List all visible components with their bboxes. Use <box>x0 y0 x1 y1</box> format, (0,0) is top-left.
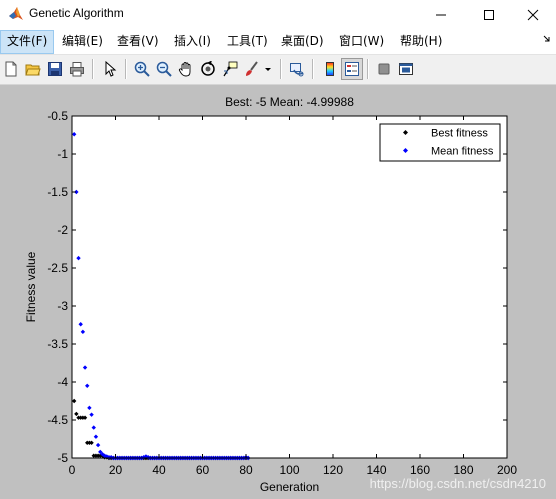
x-tick-label: 100 <box>279 463 299 477</box>
y-tick-label: -1.5 <box>47 185 68 199</box>
fitness-plot[interactable]: 0 20 40 60 80 100 120 140 160 180 200 -0.5 -1 -1.5 -2 -… <box>0 85 556 499</box>
minimize-icon <box>436 14 446 15</box>
zoom-out-button[interactable] <box>153 58 175 80</box>
menu-tools[interactable]: 工具(T) <box>221 30 274 52</box>
menu-help[interactable]: 帮助(H) <box>394 30 448 52</box>
x-tick-label: 60 <box>196 463 210 477</box>
minimize-button[interactable] <box>418 0 464 29</box>
hide-plot-tools-button[interactable] <box>373 58 395 80</box>
brush-dropdown-button[interactable] <box>263 58 273 80</box>
legend-label-best: Best fitness <box>431 128 488 140</box>
rotate-3d-button[interactable] <box>197 58 219 80</box>
print-button[interactable] <box>66 58 88 80</box>
x-tick-label: 80 <box>239 463 253 477</box>
y-tick-label: -4 <box>57 375 68 389</box>
show-plot-tools-icon <box>399 63 413 75</box>
y-tick-label: -0.5 <box>47 109 68 123</box>
open-file-icon <box>25 64 41 76</box>
close-icon <box>527 9 539 20</box>
figure-canvas[interactable]: 0 20 40 60 80 100 120 140 160 180 200 -0.5 -1 -1.5 -2 -… <box>0 85 556 499</box>
brush-icon <box>246 61 258 76</box>
colorbar-button[interactable] <box>319 58 341 80</box>
figure-toolbar <box>0 54 556 85</box>
rotate-3d-icon <box>201 61 215 76</box>
plot-title: Best: -5 Mean: -4.99988 <box>225 95 354 109</box>
colorbar-icon <box>326 62 334 76</box>
toolbar-separator <box>367 59 369 79</box>
x-tick-label: 160 <box>410 463 430 477</box>
toolbar-separator <box>280 59 282 79</box>
x-tick-label: 180 <box>453 463 473 477</box>
select-arrow-button[interactable] <box>99 58 121 80</box>
x-axis-label: Generation <box>260 480 319 494</box>
window-title: Genetic Algorithm <box>29 6 124 20</box>
close-button[interactable] <box>510 0 556 29</box>
save-icon <box>48 62 62 76</box>
x-tick-label: 20 <box>109 463 123 477</box>
matlab-figure-window: Genetic Algorithm 文件(F) 编辑(E) 查看(V) 插入(I… <box>0 0 556 499</box>
pan-hand-icon <box>178 62 191 77</box>
watermark: https://blog.csdn.net/csdn4210 <box>369 476 546 491</box>
maximize-button[interactable] <box>466 0 512 29</box>
menu-window[interactable]: 窗口(W) <box>333 30 390 52</box>
menu-view[interactable]: 查看(V) <box>111 30 165 52</box>
link-plot-icon <box>290 63 304 77</box>
brush-dropdown-icon <box>265 68 271 71</box>
y-tick-label: -2.5 <box>47 261 68 275</box>
legend[interactable]: Best fitness Mean fitness <box>379 123 501 162</box>
x-tick-label: 0 <box>69 463 76 477</box>
axes-background <box>72 116 507 458</box>
title-bar[interactable]: Genetic Algorithm <box>0 0 556 29</box>
brush-button[interactable] <box>241 58 263 80</box>
print-icon <box>70 62 84 77</box>
dock-arrow-icon[interactable] <box>542 33 552 47</box>
legend-icon <box>345 62 359 76</box>
y-tick-label: -3.5 <box>47 337 68 351</box>
matlab-logo-icon <box>8 6 24 22</box>
link-plot-button[interactable] <box>286 58 308 80</box>
y-tick-label: -3 <box>57 299 68 313</box>
toolbar-separator <box>312 59 314 79</box>
x-tick-label: 140 <box>366 463 386 477</box>
open-file-button[interactable] <box>22 58 44 80</box>
select-arrow-icon <box>105 61 117 77</box>
data-cursor-icon <box>223 61 238 77</box>
zoom-in-icon <box>134 61 150 77</box>
save-button[interactable] <box>44 58 66 80</box>
y-tick-label: -2 <box>57 223 68 237</box>
x-tick-label: 200 <box>497 463 517 477</box>
y-axis-label: Fitness value <box>24 251 38 322</box>
y-tick-label: -1 <box>57 147 68 161</box>
legend-label-mean: Mean fitness <box>431 146 494 158</box>
menu-edit[interactable]: 编辑(E) <box>56 30 109 52</box>
zoom-out-icon <box>156 61 172 77</box>
y-tick-label: -5 <box>57 451 68 465</box>
menu-desktop[interactable]: 桌面(D) <box>275 30 330 52</box>
toolbar-separator <box>92 59 94 79</box>
menu-insert[interactable]: 插入(I) <box>168 30 217 52</box>
new-figure-icon <box>5 61 17 77</box>
new-figure-button[interactable] <box>0 58 22 80</box>
menu-bar: 文件(F) 编辑(E) 查看(V) 插入(I) 工具(T) 桌面(D) 窗口(W… <box>0 30 556 54</box>
maximize-icon <box>484 9 494 20</box>
pan-button[interactable] <box>175 58 197 80</box>
legend-button[interactable] <box>341 58 363 80</box>
y-tick-label: -4.5 <box>47 413 68 427</box>
zoom-in-button[interactable] <box>131 58 153 80</box>
x-tick-label: 40 <box>152 463 166 477</box>
toolbar-separator <box>125 59 127 79</box>
data-cursor-button[interactable] <box>219 58 241 80</box>
menu-file[interactable]: 文件(F) <box>0 30 55 54</box>
x-tick-label: 120 <box>323 463 343 477</box>
show-plot-tools-button[interactable] <box>395 58 417 80</box>
hide-plot-tools-icon <box>378 63 390 75</box>
